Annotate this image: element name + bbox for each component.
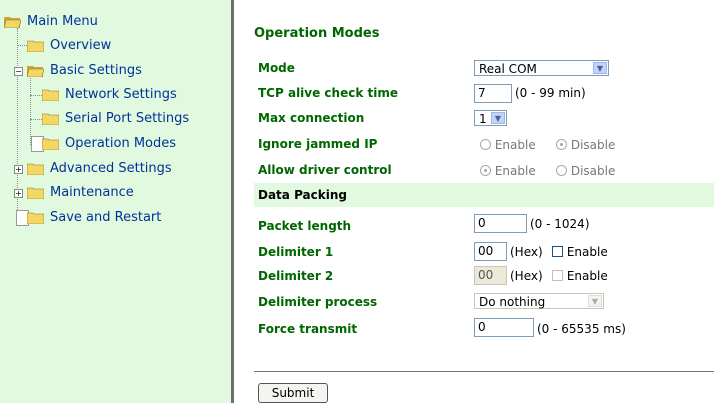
delimiter-process-value: Do nothing	[479, 295, 546, 309]
max-connection-select[interactable]: 1 ▼	[474, 110, 507, 126]
sidebar-item-label: Advanced Settings	[50, 161, 172, 176]
sidebar-item-label: Operation Modes	[65, 136, 177, 151]
sidebar-item-network-settings[interactable]: Network Settings	[38, 85, 218, 105]
checkbox-label: Enable	[566, 245, 608, 259]
sidebar-item-label: Save and Restart	[50, 210, 162, 225]
radio-icon[interactable]	[556, 139, 567, 150]
sidebar-item-label: Main Menu	[27, 14, 98, 29]
delimiter-process-select[interactable]: Do nothing ▼	[474, 293, 604, 309]
packet-length-input[interactable]: 0	[474, 214, 527, 233]
delimiter1-label: Delimiter 1	[258, 245, 334, 259]
data-packing-title: Data Packing	[258, 188, 347, 202]
chevron-down-icon: ▼	[593, 62, 607, 74]
delimiter-process-label: Delimiter process	[258, 295, 378, 309]
sidebar-item-operation-modes[interactable]: Operation Modes	[31, 134, 218, 154]
delimiter2-enable-option[interactable]: Enable	[552, 269, 608, 283]
sidebar-item-main-menu[interactable]: Main Menu	[0, 12, 200, 32]
sidebar-item-advanced-settings[interactable]: + Advanced Settings	[14, 159, 213, 179]
radio-icon[interactable]	[480, 139, 491, 150]
checkbox-icon[interactable]	[552, 270, 563, 281]
delimiter2-unit: (Hex)	[510, 269, 543, 283]
packet-length-hint: (0 - 1024)	[530, 217, 590, 231]
open-folder-icon	[4, 17, 21, 28]
folder-icon	[27, 163, 44, 175]
allow-driver-label: Allow driver control	[258, 163, 392, 177]
sidebar-item-save-and-restart[interactable]: Save and Restart	[16, 208, 213, 228]
delimiter1-unit: (Hex)	[510, 245, 543, 259]
max-connection-value: 1	[479, 112, 487, 126]
chevron-down-icon: ▼	[588, 295, 602, 307]
tree-line	[30, 78, 31, 145]
sidebar-item-label: Maintenance	[50, 185, 134, 200]
tcp-alive-input[interactable]: 7	[474, 84, 512, 103]
folder-icon	[42, 138, 59, 150]
radio-icon[interactable]	[556, 165, 567, 176]
divider-line	[254, 371, 714, 372]
ignore-jammed-enable-option[interactable]: Enable	[480, 138, 536, 152]
main-panel: Operation Modes Mode Real COM ▼ TCP aliv…	[234, 0, 714, 403]
collapse-icon[interactable]: −	[14, 67, 23, 76]
packet-length-label: Packet length	[258, 219, 352, 233]
radio-label: Enable	[494, 138, 536, 152]
checkbox-icon[interactable]	[552, 246, 563, 257]
expand-icon[interactable]: +	[14, 189, 23, 198]
ignore-jammed-label: Ignore jammed IP	[258, 137, 378, 151]
folder-icon	[42, 89, 59, 101]
allow-driver-disable-option[interactable]: Disable	[556, 164, 615, 178]
sidebar-item-label: Serial Port Settings	[65, 111, 190, 126]
chevron-down-icon: ▼	[491, 112, 505, 124]
delimiter2-input[interactable]: 00	[474, 266, 507, 285]
sidebar-item-overview[interactable]: Overview	[23, 36, 203, 56]
mode-label: Mode	[258, 61, 295, 75]
folder-icon	[27, 187, 44, 199]
tcp-alive-hint: (0 - 99 min)	[515, 86, 586, 100]
sidebar-item-basic-settings[interactable]: − Basic Settings	[14, 61, 203, 81]
folder-icon	[27, 40, 44, 52]
open-folder-icon	[27, 66, 44, 77]
radio-label: Enable	[494, 164, 536, 178]
radio-icon[interactable]	[480, 165, 491, 176]
sidebar-nav: Main Menu Overview − Basic Settings Netw…	[0, 0, 231, 403]
submit-button[interactable]: Submit	[258, 383, 328, 403]
ignore-jammed-disable-option[interactable]: Disable	[556, 138, 615, 152]
sidebar-item-label: Basic Settings	[50, 63, 142, 78]
sidebar-item-label: Network Settings	[65, 87, 177, 102]
force-transmit-label: Force transmit	[258, 322, 358, 336]
folder-icon	[27, 212, 44, 224]
delimiter1-enable-option[interactable]: Enable	[552, 245, 608, 259]
checkbox-label: Enable	[566, 269, 608, 283]
sidebar-item-label: Overview	[50, 38, 112, 53]
mode-select[interactable]: Real COM ▼	[474, 60, 609, 76]
force-transmit-input[interactable]: 0	[474, 318, 534, 337]
delimiter2-label: Delimiter 2	[258, 269, 334, 283]
page-title: Operation Modes	[254, 26, 380, 41]
delimiter1-input[interactable]: 00	[474, 242, 507, 261]
max-connection-label: Max connection	[258, 111, 365, 125]
folder-icon	[42, 113, 59, 125]
sidebar-item-maintenance[interactable]: + Maintenance	[14, 183, 203, 203]
expand-icon[interactable]: +	[14, 165, 23, 174]
force-transmit-hint: (0 - 65535 ms)	[537, 322, 626, 336]
radio-label: Disable	[570, 164, 616, 178]
sidebar-item-serial-port-settings[interactable]: Serial Port Settings	[38, 109, 228, 129]
tcp-alive-label: TCP alive check time	[258, 86, 398, 100]
allow-driver-enable-option[interactable]: Enable	[480, 164, 536, 178]
mode-select-value: Real COM	[479, 62, 537, 76]
radio-label: Disable	[570, 138, 616, 152]
